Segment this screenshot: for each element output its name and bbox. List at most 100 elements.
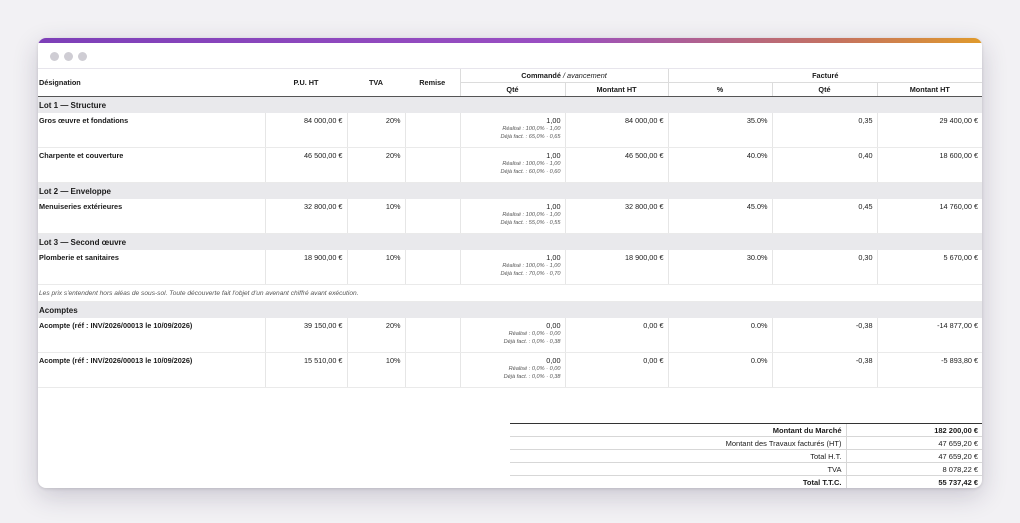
cell-remise bbox=[404, 147, 460, 183]
header-commande-label: Commandé bbox=[521, 71, 561, 80]
cell-remise bbox=[404, 199, 460, 234]
qte-value: 1,00 bbox=[546, 253, 561, 262]
grand-total-value: 55 737,42 € bbox=[845, 475, 982, 488]
cell-qte: 1,00 Réalisé : 100,0% · 1,00 Déjà fact. … bbox=[459, 147, 565, 183]
deja-fact-text: Déjà fact. : 0,0% · 0,38 bbox=[503, 374, 561, 380]
qte-value: 0,00 bbox=[546, 356, 561, 365]
cell-montant-facture: 29 400,00 € bbox=[876, 113, 982, 148]
totals-table: Montant du Marché 182 200,00 € Montant d… bbox=[510, 423, 982, 488]
cell-montant-ht: 46 500,00 € bbox=[564, 147, 669, 183]
table-row: Acompte (réf : INV/2026/00013 le 10/09/2… bbox=[38, 352, 982, 388]
title-bar bbox=[38, 43, 982, 69]
cell-montant-ht: 0,00 € bbox=[564, 352, 669, 388]
header-commande: Commandé / avancement bbox=[459, 69, 669, 83]
cell-pct: 35.0% bbox=[667, 113, 773, 148]
totals-row: TVA 8 078,22 € bbox=[510, 462, 982, 476]
header-facture: Facturé bbox=[667, 69, 982, 83]
cell-qte-facture: 0,30 bbox=[771, 250, 878, 285]
cell-pu-ht: 84 000,00 € bbox=[264, 113, 347, 148]
cell-montant-ht: 32 800,00 € bbox=[564, 199, 669, 234]
acomptes-title: Acomptes bbox=[38, 301, 982, 318]
totals-row: Montant du Marché 182 200,00 € bbox=[510, 423, 982, 437]
cell-tva: 20% bbox=[346, 147, 405, 183]
cell-remise bbox=[404, 318, 460, 353]
cell-qte-facture: 0,45 bbox=[771, 199, 878, 234]
cell-tva: 10% bbox=[346, 250, 405, 285]
cell-pu-ht: 18 900,00 € bbox=[264, 250, 347, 285]
cell-pu-ht: 32 800,00 € bbox=[264, 199, 347, 234]
total-value: 47 659,20 € bbox=[845, 436, 982, 450]
table-row: Gros œuvre et fondations 84 000,00 € 20%… bbox=[38, 113, 982, 148]
cell-montant-facture: -5 893,80 € bbox=[876, 352, 982, 388]
header-qte-facture: Qté bbox=[771, 82, 878, 97]
qte-value: 1,00 bbox=[546, 116, 561, 125]
table-row: Acompte (réf : INV/2026/00013 le 10/09/2… bbox=[38, 318, 982, 353]
cell-qte: 1,00 Réalisé : 100,0% · 1,00 Déjà fact. … bbox=[459, 199, 565, 234]
cell-montant-ht: 84 000,00 € bbox=[564, 113, 669, 148]
cell-tva: 10% bbox=[346, 352, 405, 388]
lot-row: Lot 2 — Enveloppe bbox=[38, 182, 982, 199]
note-row: Les prix s'entendent hors aléas de sous-… bbox=[38, 284, 982, 302]
header-designation: Désignation bbox=[38, 69, 265, 97]
realise-text: Réalisé : 100,0% · 1,00 bbox=[502, 126, 561, 132]
deja-fact-text: Déjà fact. : 70,0% · 0,70 bbox=[500, 271, 561, 277]
window-maximize-dot[interactable] bbox=[78, 52, 87, 61]
invoice-content: Désignation P.U. HT TVA Remise Commandé … bbox=[38, 69, 982, 488]
note-text: Les prix s'entendent hors aléas de sous-… bbox=[38, 284, 982, 302]
table-header: Désignation P.U. HT TVA Remise Commandé … bbox=[38, 69, 982, 97]
cell-designation: Gros œuvre et fondations bbox=[38, 113, 265, 148]
realise-text: Réalisé : 0,0% · 0,00 bbox=[508, 331, 561, 337]
cell-qte: 1,00 Réalisé : 100,0% · 1,00 Déjà fact. … bbox=[459, 250, 565, 285]
cell-remise bbox=[404, 113, 460, 148]
cell-designation: Acompte (réf : INV/2026/00013 le 10/09/2… bbox=[38, 318, 265, 353]
total-value: 47 659,20 € bbox=[845, 449, 982, 463]
cell-pu-ht: 39 150,00 € bbox=[264, 318, 347, 353]
cell-designation: Acompte (réf : INV/2026/00013 le 10/09/2… bbox=[38, 352, 265, 388]
cell-qte-facture: -0,38 bbox=[771, 352, 878, 388]
invoice-lines-table: Désignation P.U. HT TVA Remise Commandé … bbox=[38, 69, 982, 388]
qte-value: 1,00 bbox=[546, 202, 561, 211]
header-montant-facture: Montant HT bbox=[876, 82, 982, 97]
lot-row: Lot 3 — Second œuvre bbox=[38, 233, 982, 250]
cell-montant-facture: 14 760,00 € bbox=[876, 199, 982, 234]
deja-fact-text: Déjà fact. : 65,0% · 0,65 bbox=[500, 134, 561, 140]
acomptes-row: Acomptes bbox=[38, 301, 982, 318]
table-row: Charpente et couverture 46 500,00 € 20% … bbox=[38, 147, 982, 183]
total-label: TVA bbox=[510, 462, 846, 476]
lot-title: Lot 1 — Structure bbox=[38, 96, 982, 113]
header-tva: TVA bbox=[347, 69, 405, 97]
cell-tva: 20% bbox=[346, 113, 405, 148]
totals-row: Montant des Travaux facturés (HT) 47 659… bbox=[510, 436, 982, 450]
lot-title: Lot 2 — Enveloppe bbox=[38, 182, 982, 199]
table-row: Plomberie et sanitaires 18 900,00 € 10% … bbox=[38, 250, 982, 285]
header-montant-ht: Montant HT bbox=[564, 82, 669, 97]
header-remise: Remise bbox=[405, 69, 460, 97]
total-value: 8 078,22 € bbox=[845, 462, 982, 476]
total-label: Montant du Marché bbox=[510, 423, 846, 437]
cell-tva: 20% bbox=[346, 318, 405, 353]
header-pu-ht: P.U. HT bbox=[265, 69, 347, 97]
total-label: Total H.T. bbox=[510, 449, 846, 463]
cell-pct: 0.0% bbox=[667, 318, 773, 353]
window-minimize-dot[interactable] bbox=[64, 52, 73, 61]
cell-tva: 10% bbox=[346, 199, 405, 234]
cell-pct: 45.0% bbox=[667, 199, 773, 234]
cell-remise bbox=[404, 352, 460, 388]
total-label: Montant des Travaux facturés (HT) bbox=[510, 436, 846, 450]
header-qte: Qté bbox=[459, 82, 565, 97]
cell-montant-ht: 18 900,00 € bbox=[564, 250, 669, 285]
window-close-dot[interactable] bbox=[50, 52, 59, 61]
deja-fact-text: Déjà fact. : 0,0% · 0,38 bbox=[503, 339, 561, 345]
qte-value: 0,00 bbox=[546, 321, 561, 330]
cell-montant-ht: 0,00 € bbox=[564, 318, 669, 353]
realise-text: Réalisé : 100,0% · 1,00 bbox=[502, 263, 561, 269]
cell-designation: Plomberie et sanitaires bbox=[38, 250, 265, 285]
cell-montant-facture: -14 877,00 € bbox=[876, 318, 982, 353]
table-row: Menuiseries extérieures 32 800,00 € 10% … bbox=[38, 199, 982, 234]
qte-value: 1,00 bbox=[546, 151, 561, 160]
header-avancement-label: / avancement bbox=[562, 71, 607, 80]
cell-designation: Menuiseries extérieures bbox=[38, 199, 265, 234]
document-window: Désignation P.U. HT TVA Remise Commandé … bbox=[38, 38, 982, 488]
cell-qte: 0,00 Réalisé : 0,0% · 0,00 Déjà fact. : … bbox=[459, 352, 565, 388]
cell-pct: 0.0% bbox=[667, 352, 773, 388]
